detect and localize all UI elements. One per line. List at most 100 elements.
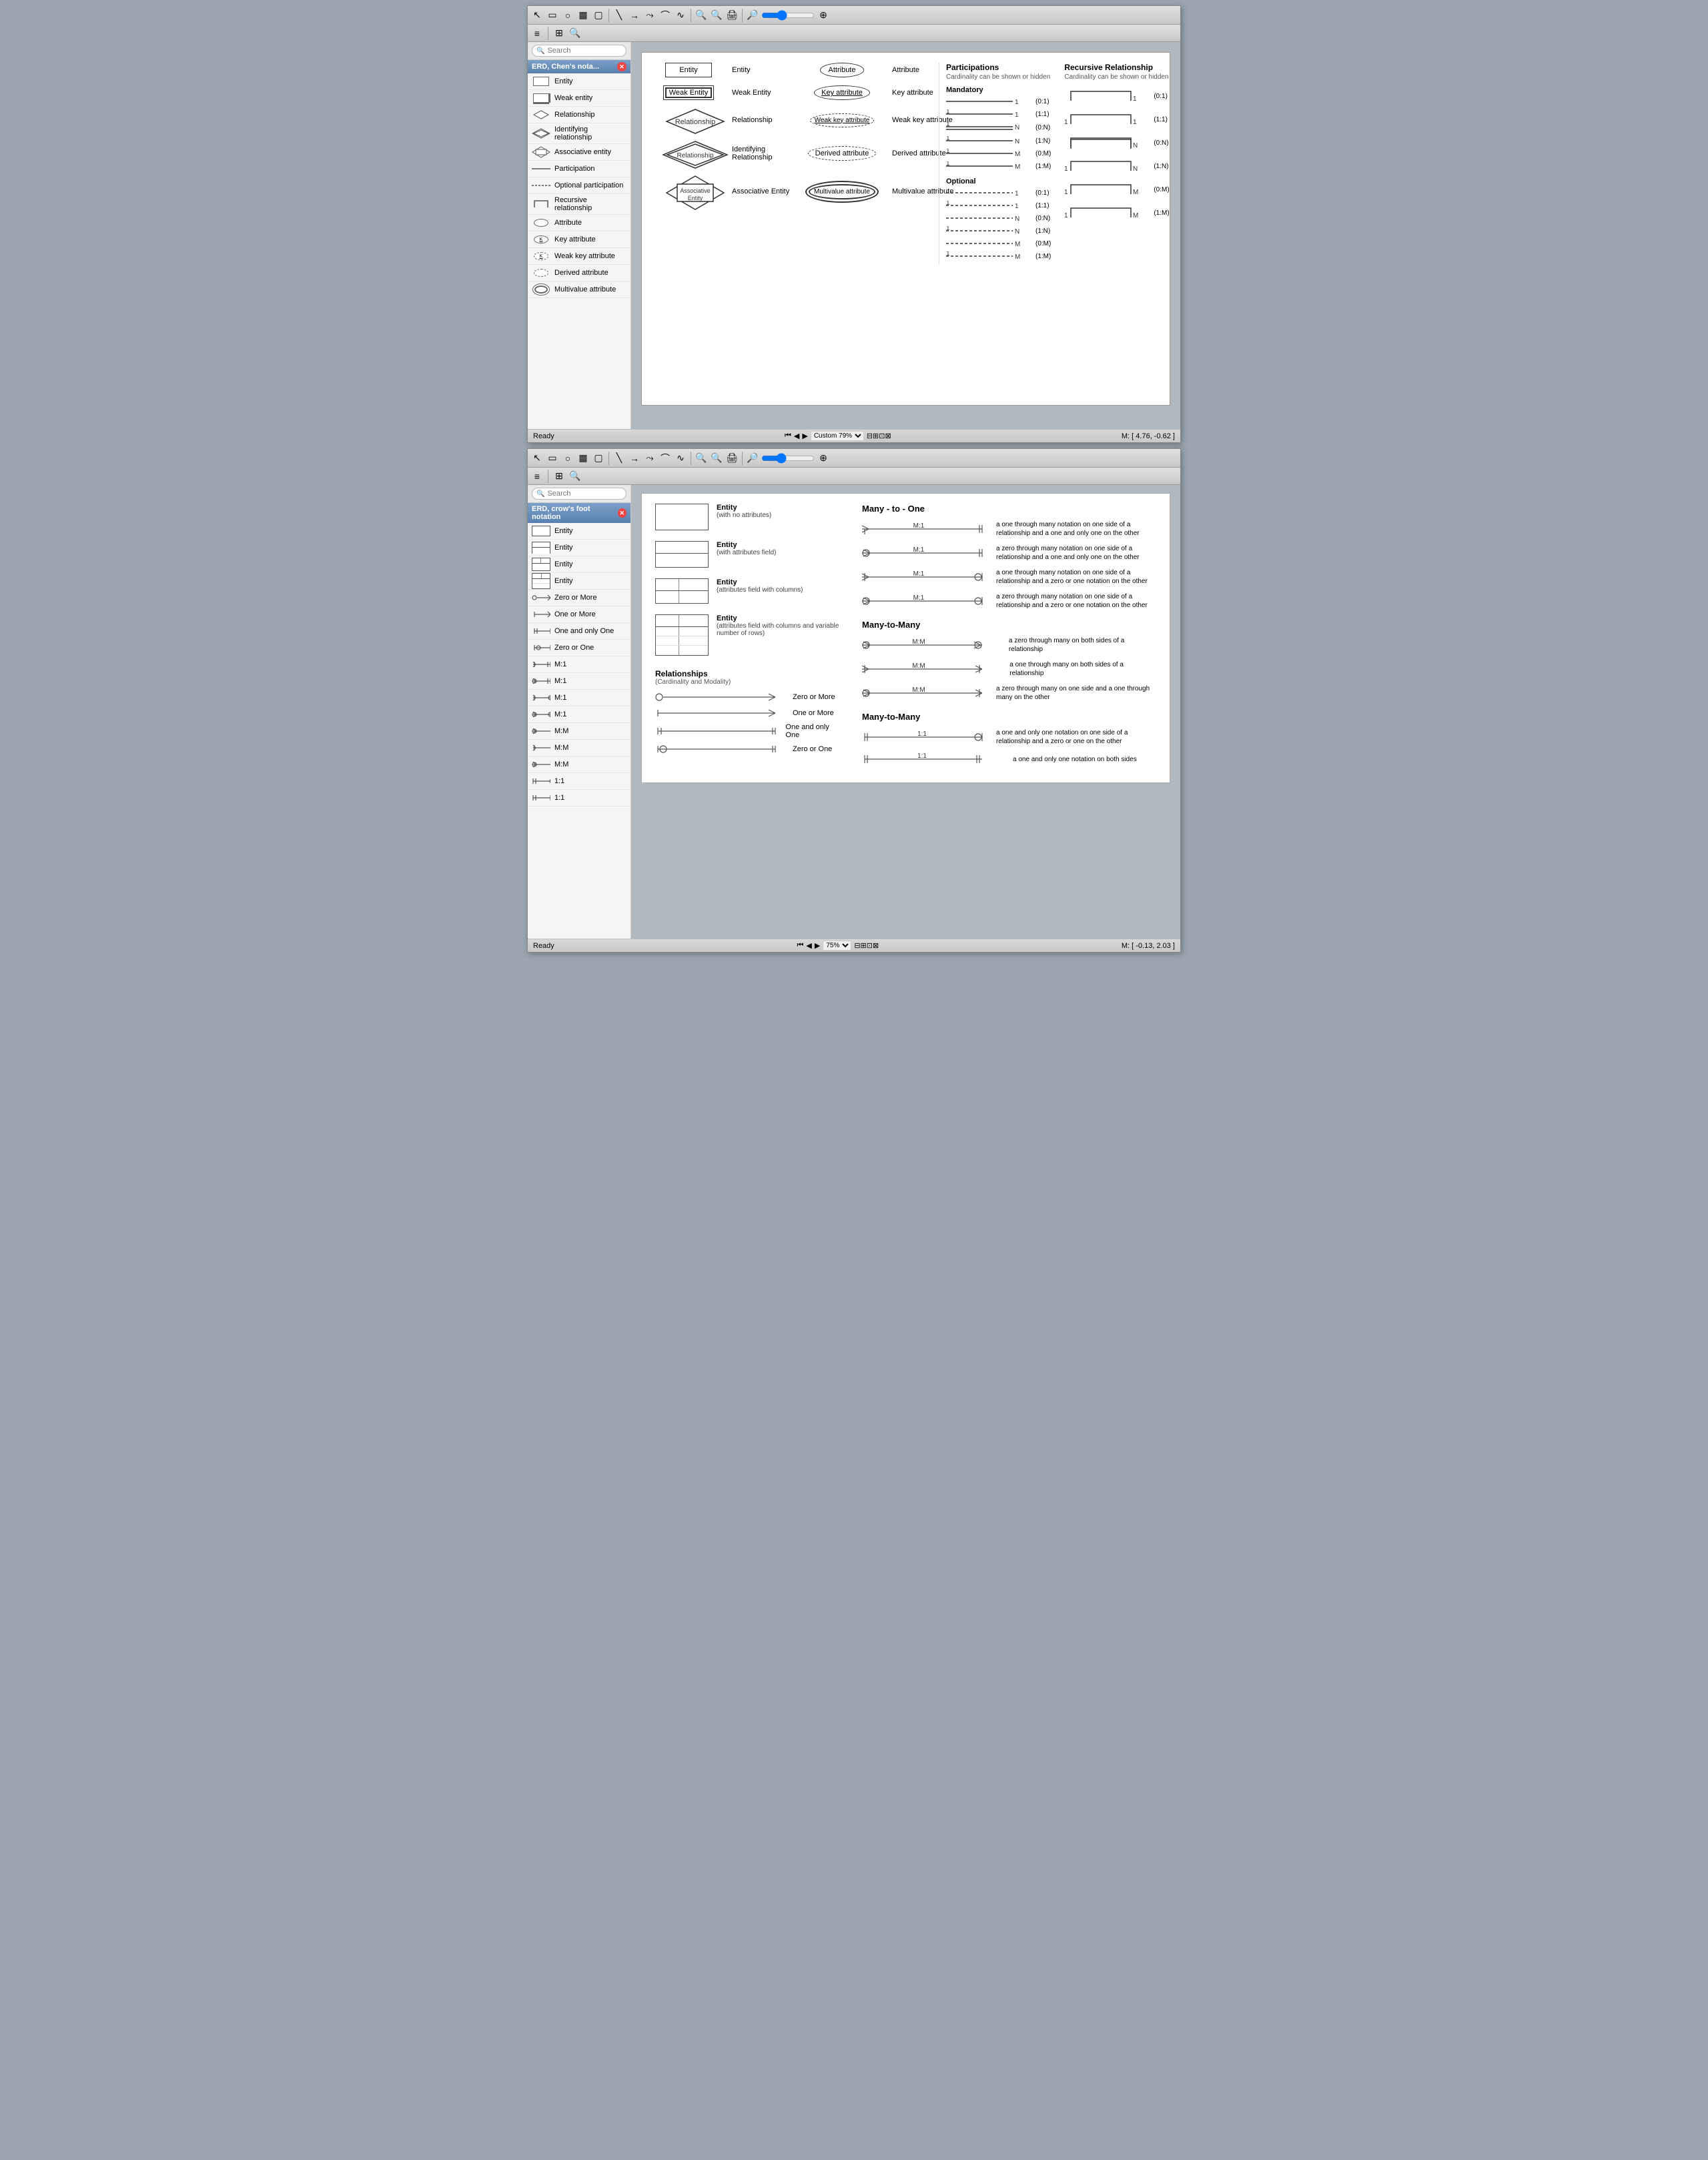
zoom-fit[interactable]: ⊕ (817, 9, 830, 22)
zoom-out[interactable]: 🔍 (710, 9, 723, 22)
zoom-slider[interactable]: 🔎 (746, 9, 759, 22)
page-prev[interactable]: ◀ (794, 432, 799, 440)
cf-mm-2[interactable]: M:M (528, 740, 630, 756)
grid-toggle-2[interactable]: ⊞ (552, 470, 566, 483)
bezier-tool[interactable]: ∿ (674, 9, 687, 22)
cf-zero-one[interactable]: Zero or One (528, 640, 630, 656)
sidebar-item-participation[interactable]: Participation (528, 161, 630, 177)
zoom-in[interactable]: 🔍 (695, 9, 708, 22)
svg-text:1: 1 (1064, 119, 1068, 126)
table-tool[interactable]: ▦ (576, 9, 590, 22)
circle-tool[interactable]: ○ (561, 9, 574, 22)
table-tool-2[interactable]: ▦ (576, 452, 590, 465)
cf-entity-1[interactable]: Entity (528, 523, 630, 540)
sidebar-item-entity[interactable]: Entity (528, 73, 630, 90)
zoom-out-2[interactable]: 🔍 (710, 452, 723, 465)
zoom-in-2[interactable]: 🔍 (695, 452, 708, 465)
svg-text:N: N (1133, 165, 1138, 173)
page-nav-icon-2[interactable]: ⏮ (797, 941, 803, 950)
cf-one-more-icon (532, 608, 550, 620)
opt-row-01: 1 (0:1) (946, 188, 1051, 197)
svg-text:M:1: M:1 (913, 594, 925, 602)
sidebar-item-optional-participation[interactable]: Optional participation (528, 177, 630, 194)
cf-entity-4[interactable]: Entity (528, 573, 630, 590)
rec-row-11: 1 1 (1:1) (1064, 109, 1169, 129)
sidebar-item-relationship[interactable]: Relationship (528, 107, 630, 123)
cf-m1-4[interactable]: M:1 (528, 706, 630, 723)
cf-entity-row-1: Entity (with no attributes) (655, 504, 842, 530)
page-prev-2[interactable]: ◀ (806, 941, 811, 950)
cf-one-more[interactable]: One or More (528, 606, 630, 623)
search-input-2[interactable] (547, 490, 622, 498)
cf-mm-1[interactable]: M:M (528, 723, 630, 740)
arrow-tool-2[interactable]: → (628, 452, 641, 465)
cf-entity-row-3: Entity (attributes field with columns) (655, 578, 842, 604)
curve-tool[interactable]: ⌒ (659, 9, 672, 22)
zoom-select-1[interactable]: Custom 79% (811, 431, 864, 441)
zero-one-svg (532, 643, 550, 652)
svg-text:N: N (1015, 138, 1019, 145)
page-next-2[interactable]: ▶ (815, 941, 820, 950)
close-btn-1[interactable]: ✕ (617, 62, 626, 71)
sidebar-item-key-attr[interactable]: K Key attribute (528, 231, 630, 248)
sidebar-item-weak-entity[interactable]: Weak entity (528, 90, 630, 107)
cf-one-only[interactable]: One and only One (528, 623, 630, 640)
cf-m1-2[interactable]: M:1 (528, 673, 630, 690)
mm-line-2: M:M (862, 662, 1005, 676)
select-tool-2[interactable]: ↖ (530, 452, 544, 465)
mm-desc-2: a one through many on both sides of a re… (1009, 660, 1156, 678)
sidebar-item-weak-key[interactable]: K Weak key attribute (528, 248, 630, 265)
cf-zero-more[interactable]: Zero or More (528, 590, 630, 606)
circle-tool-2[interactable]: ○ (561, 452, 574, 465)
search-toggle-2[interactable]: 🔍 (568, 470, 582, 483)
cf-entity-2[interactable]: Entity (528, 540, 630, 556)
sidebar-item-attribute[interactable]: Attribute (528, 215, 630, 231)
cf-notation-zero-more: Zero or More (655, 691, 842, 703)
cf-11-1[interactable]: 1:1 (528, 773, 630, 790)
search-input-1[interactable] (547, 47, 622, 55)
zoom-range-2[interactable] (761, 453, 815, 464)
zoom-fit-2[interactable]: ⊕ (817, 452, 830, 465)
zoom-select-2[interactable]: 75% (823, 941, 851, 951)
page-icon-2[interactable]: ≡ (530, 470, 544, 483)
zoom-range-1[interactable] (761, 10, 815, 21)
page-next[interactable]: ▶ (802, 432, 807, 440)
cf-entity-3[interactable]: Entity (528, 556, 630, 573)
select-tool[interactable]: ↖ (530, 9, 544, 22)
connect-tool[interactable]: ⤳ (643, 9, 657, 22)
cf-m1-3[interactable]: M:1 (528, 690, 630, 706)
page-icon[interactable]: ≡ (530, 27, 544, 40)
print[interactable]: 🖨 (725, 9, 739, 22)
search-icon-1: 🔍 (536, 47, 544, 55)
rectangle-tool-2[interactable]: ▭ (546, 452, 559, 465)
participation-cols: Participations Cardinality can be shown … (946, 63, 1170, 264)
arrow-tool[interactable]: → (628, 9, 641, 22)
close-btn-2[interactable]: ✕ (618, 508, 626, 518)
process-tool[interactable]: ▢ (592, 9, 605, 22)
process-tool-2[interactable]: ▢ (592, 452, 605, 465)
zoom-slider-2[interactable]: 🔎 (746, 452, 759, 465)
connect-tool-2[interactable]: ⤳ (643, 452, 657, 465)
opt-line-1m: 1 M (946, 251, 1033, 261)
cf-mm-3[interactable]: M:M (528, 756, 630, 773)
print-2[interactable]: 🖨 (725, 452, 739, 465)
weak-key-ellipse: Weak key attribute (810, 113, 875, 127)
grid-toggle[interactable]: ⊞ (552, 27, 566, 40)
sidebar-item-multivalue[interactable]: Multivalue attribute (528, 282, 630, 298)
search-box-2[interactable]: 🔍 (532, 488, 626, 500)
rectangle-tool[interactable]: ▭ (546, 9, 559, 22)
sidebar-item-assoc-entity[interactable]: Associative entity (528, 144, 630, 161)
line-tool[interactable]: ╲ (612, 9, 626, 22)
bezier-tool-2[interactable]: ∿ (674, 452, 687, 465)
curve-tool-2[interactable]: ⌒ (659, 452, 672, 465)
cf-m1-1[interactable]: M:1 (528, 656, 630, 673)
weak-key-underline: Weak key attribute (815, 117, 870, 124)
page-nav-icon[interactable]: ⏮ (785, 432, 791, 440)
search-toggle[interactable]: 🔍 (568, 27, 582, 40)
sidebar-item-derived[interactable]: Derived attribute (528, 265, 630, 282)
sidebar-item-recursive[interactable]: Recursive relationship (528, 194, 630, 215)
cf-11-2[interactable]: 1:1 (528, 790, 630, 806)
sidebar-item-id-relationship[interactable]: Identifying relationship (528, 123, 630, 144)
search-box-1[interactable]: 🔍 (532, 45, 626, 57)
line-tool-2[interactable]: ╲ (612, 452, 626, 465)
